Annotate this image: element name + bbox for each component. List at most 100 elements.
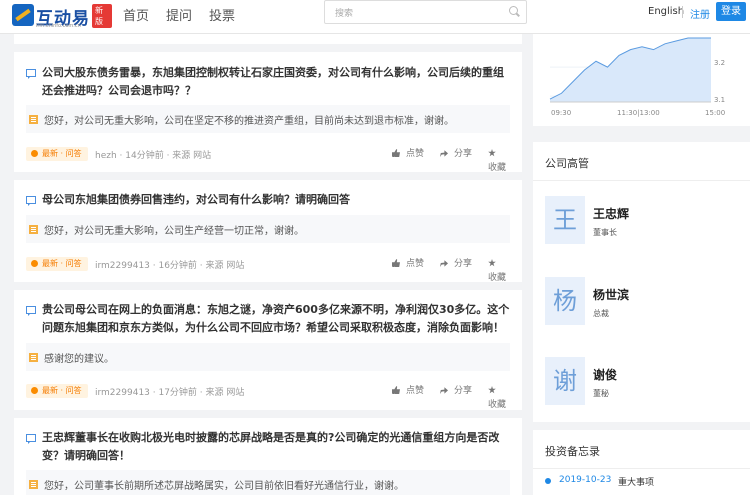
share-icon [440,260,448,267]
share-button[interactable]: 分享 [440,384,472,398]
logo-icon [12,4,34,26]
star-icon [488,149,496,157]
like-button[interactable]: 点赞 [392,257,424,271]
question-icon [26,434,36,444]
share-button[interactable]: 分享 [440,147,472,161]
answer-text: 您好，公司董事长前期所述芯屏战略属实，公司目前依旧看好光通信行业，谢谢。 [44,481,404,492]
thumbs-up-icon [392,149,400,157]
avatar[interactable]: 王 [545,196,585,244]
qa-card: 贵公司母公司在网上的负面消息：东旭之谜，净资产600多亿来源不明，净利润仅30多… [14,290,522,410]
badge-icon [31,260,38,267]
new-version-badge: 新版 [92,4,112,28]
thumbs-up-icon [392,259,400,267]
divider [682,6,683,18]
like-label: 点赞 [406,386,425,396]
favorite-button[interactable]: 收藏 [488,384,510,410]
qa-meta-info: irm2299413 · 16分钟前 · 来源 网站 [95,261,245,271]
question-text[interactable]: 王忠辉董事长在收购北极光电时披露的芯屏战略是否是真的?公司确定的光通信重组方向是… [42,429,512,465]
timeline-dot-icon [545,478,551,484]
question-icon [26,196,36,206]
x-label-close: 15:00 [705,109,726,117]
register-link[interactable]: 注册 [690,6,710,21]
card-stub [14,34,522,44]
x-label-mid: 11:30|13:00 [617,109,660,117]
executive-title: 总裁 [593,309,609,318]
nav-home[interactable]: 首页 [123,5,149,24]
qa-card: 母公司东旭集团债券回售违约，对公司有什么影响？请明确回答 您好，对公司无重大影响… [14,180,522,283]
qa-meta: 最新 · 问答 hezh · 14分钟前 · 来源 网站 点赞 分享 收藏 [26,147,510,173]
y-label-high: 3.2 [714,59,726,67]
qa-card: 王忠辉董事长在收购北极光电时披露的芯屏战略是否是真的?公司确定的光通信重组方向是… [14,418,522,495]
memo-title: 投资备忘录 [545,445,600,458]
favorite-button[interactable]: 收藏 [488,147,510,173]
like-label: 点赞 [406,149,425,159]
search-icon[interactable] [509,6,518,15]
badge-icon [31,387,38,394]
qa-meta: 最新 · 问答 irm2299413 · 17分钟前 · 来源 网站 点赞 分享… [26,384,510,410]
memo-date[interactable]: 2019-10-23 [559,475,611,485]
qa-card: 公司大股东债务雷暴，东旭集团控制权转让石家庄国资委，对公司有什么影响，公司后续的… [14,52,522,173]
share-label: 分享 [454,386,473,396]
answer-box: 您好，对公司无重大影响，公司在坚定不移的推进资产重组，目前尚未达到退市标准，谢谢… [26,105,510,133]
search-placeholder: 搜索 [335,9,354,19]
favorite-label: 收藏 [488,400,507,410]
like-button[interactable]: 点赞 [392,147,424,161]
memo-event[interactable]: 重大事项 [618,475,654,488]
like-button[interactable]: 点赞 [392,384,424,398]
question-text[interactable]: 母公司东旭集团债券回售违约，对公司有什么影响？请明确回答 [42,191,512,209]
price-area [550,38,711,102]
favorite-label: 收藏 [488,163,507,173]
executive-name[interactable]: 谢俊 [593,366,617,383]
avatar[interactable]: 杨 [545,277,585,325]
like-label: 点赞 [406,259,425,269]
badge-label: 最新 · 问答 [42,386,82,395]
main-nav: 首页 提问 投票 [123,5,252,24]
badge-label: 最新 · 问答 [42,149,82,158]
answer-text: 您好，对公司无重大影响，公司在坚定不移的推进资产重组，目前尚未达到退市标准，谢谢… [44,116,454,127]
answer-box: 感谢您的建议。 [26,343,510,371]
share-label: 分享 [454,149,473,159]
favorite-label: 收藏 [488,273,507,283]
stock-chart-card: 09:30 11:30|13:00 15:00 3.2 3.1 [533,34,750,126]
share-label: 分享 [454,259,473,269]
answer-icon [29,115,38,124]
share-icon [440,387,448,394]
question-text[interactable]: 公司大股东债务雷暴，东旭集团控制权转让石家庄国资委，对公司有什么影响，公司后续的… [42,64,512,100]
star-icon [488,259,496,267]
site-logo[interactable]: 互动易 irm.cninfo.com.cn 新版 [12,4,112,30]
question-text[interactable]: 贵公司母公司在网上的负面消息：东旭之谜，净资产600多亿来源不明，净利润仅30多… [42,301,512,337]
latest-qa-badge: 最新 · 问答 [26,257,88,271]
answer-box: 您好，对公司无重大影响，公司生产经营一切正常，谢谢。 [26,215,510,243]
search-input[interactable]: 搜索 [324,0,527,24]
star-icon [488,386,496,394]
y-label-low: 3.1 [714,96,726,104]
answer-icon [29,353,38,362]
language-switch[interactable]: English [648,6,684,17]
question-icon [26,306,36,316]
question-icon [26,69,36,79]
share-button[interactable]: 分享 [440,257,472,271]
qa-meta-info: irm2299413 · 17分钟前 · 来源 网站 [95,388,245,398]
divider [533,468,750,469]
answer-box: 您好，公司董事长前期所述芯屏战略属实，公司目前依旧看好光通信行业，谢谢。 [26,470,510,495]
answer-icon [29,225,38,234]
executive-name[interactable]: 杨世滨 [593,286,629,303]
login-button[interactable]: 登录 [716,2,746,21]
logo-subtitle: irm.cninfo.com.cn [36,23,81,29]
executive-title: 董事长 [593,228,617,237]
x-label-open: 09:30 [551,109,572,117]
favorite-button[interactable]: 收藏 [488,257,510,283]
executives-title: 公司高管 [545,157,589,170]
avatar[interactable]: 谢 [545,357,585,405]
divider [533,180,750,181]
executive-name[interactable]: 王忠辉 [593,205,629,222]
latest-qa-badge: 最新 · 问答 [26,384,88,398]
nav-ask[interactable]: 提问 [166,5,192,24]
nav-vote[interactable]: 投票 [209,5,235,24]
top-header: 互动易 irm.cninfo.com.cn 新版 首页 提问 投票 搜索 Eng… [0,0,750,34]
answer-text: 您好，对公司无重大影响，公司生产经营一切正常，谢谢。 [44,226,304,237]
thumbs-up-icon [392,386,400,394]
latest-qa-badge: 最新 · 问答 [26,147,88,161]
qa-meta: 最新 · 问答 irm2299413 · 16分钟前 · 来源 网站 点赞 分享… [26,257,510,283]
share-icon [440,150,448,157]
